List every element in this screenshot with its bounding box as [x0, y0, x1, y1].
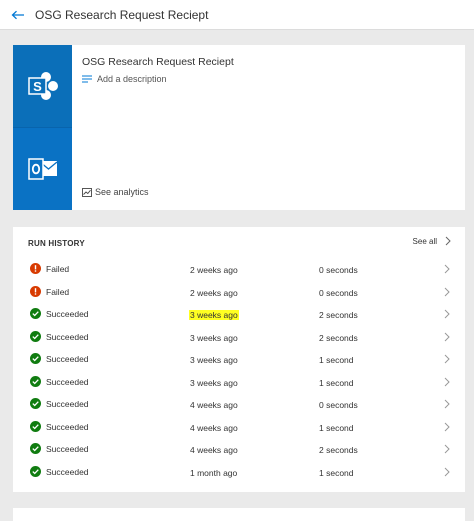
run-duration: 1 second: [319, 467, 354, 478]
run-duration: 1 second: [319, 422, 354, 433]
run-duration: 2 seconds: [319, 332, 358, 343]
run-row[interactable]: Succeeded 3 weeks ago 1 second: [13, 372, 465, 395]
add-description-link[interactable]: Add a description: [82, 74, 167, 84]
success-check-icon: [30, 308, 41, 319]
run-history-card: RUN HISTORY See all Failed 2 weeks ago 0…: [13, 227, 465, 492]
see-analytics-text: See analytics: [95, 187, 149, 197]
chevron-right-icon: [445, 236, 451, 246]
add-description-text: Add a description: [97, 74, 167, 84]
sharepoint-tile: S: [13, 45, 72, 127]
chevron-right-icon: [444, 264, 450, 274]
run-duration: 0 seconds: [319, 400, 358, 410]
error-icon: [30, 263, 41, 274]
sharepoint-icon: S: [27, 72, 58, 100]
chevron-right-icon: [444, 354, 450, 364]
back-arrow-icon: [11, 10, 24, 19]
run-status: Succeeded: [46, 354, 89, 364]
run-time: 4 weeks ago: [190, 445, 238, 455]
run-time: 2 weeks ago: [190, 287, 238, 298]
chevron-right-icon: [444, 444, 450, 454]
run-time: 2 weeks ago: [190, 265, 238, 275]
run-row[interactable]: Failed 2 weeks ago 0 seconds: [13, 282, 465, 305]
run-time: 4 weeks ago: [190, 422, 238, 433]
run-list: Failed 2 weeks ago 0 seconds Failed 2 we…: [13, 259, 465, 484]
run-status: Failed: [46, 264, 70, 274]
see-all-link[interactable]: See all: [413, 236, 451, 246]
success-check-icon: [30, 465, 41, 477]
flow-card-body: OSG Research Request Reciept Add a descr…: [72, 45, 465, 210]
run-row[interactable]: Succeeded 3 weeks ago 1 second: [13, 349, 465, 372]
run-status: Succeeded: [46, 309, 89, 319]
run-time-highlighted: 3 weeks ago: [189, 310, 239, 320]
description-lines-icon: [82, 75, 92, 83]
run-status: Succeeded: [46, 421, 89, 432]
run-status: Succeeded: [46, 376, 89, 387]
error-icon: [30, 285, 41, 297]
run-status: Succeeded: [46, 444, 89, 454]
top-bar: OSG Research Request Reciept: [0, 0, 474, 30]
run-duration: 1 second: [319, 377, 354, 388]
run-row[interactable]: Succeeded 4 weeks ago 0 seconds: [13, 394, 465, 417]
flow-name: OSG Research Request Reciept: [82, 56, 234, 68]
run-duration: 0 seconds: [319, 265, 358, 275]
run-duration: 2 seconds: [319, 310, 358, 320]
chevron-right-icon: [444, 422, 450, 431]
run-row[interactable]: Succeeded 1 month ago 1 second: [13, 462, 465, 485]
outlook-tile: [13, 127, 72, 210]
outlook-icon: [27, 158, 57, 180]
run-duration: 0 seconds: [319, 287, 358, 298]
see-all-text: See all: [412, 236, 437, 246]
success-check-icon: [30, 398, 41, 409]
run-row[interactable]: Failed 2 weeks ago 0 seconds: [13, 259, 465, 282]
success-check-icon: [30, 420, 41, 432]
run-time: 3 weeks ago: [190, 377, 238, 388]
run-time: 1 month ago: [190, 467, 238, 478]
page-title: OSG Research Request Reciept: [35, 7, 209, 22]
success-check-icon: [30, 330, 41, 342]
chevron-right-icon: [444, 377, 450, 386]
run-time: 3 weeks ago: [190, 355, 238, 365]
run-row[interactable]: Succeeded 3 weeks ago 2 seconds: [13, 327, 465, 350]
chevron-right-icon: [444, 467, 450, 476]
back-button[interactable]: [8, 5, 28, 25]
run-row[interactable]: Succeeded 4 weeks ago 1 second: [13, 417, 465, 440]
success-check-icon: [30, 443, 41, 454]
connector-tiles: S: [13, 45, 72, 210]
run-duration: 1 second: [319, 355, 354, 365]
run-status: Failed: [46, 286, 70, 297]
chevron-right-icon: [444, 309, 450, 319]
chevron-right-icon: [444, 287, 450, 296]
analytics-chart-icon: [82, 187, 92, 197]
run-status: Succeeded: [46, 466, 89, 477]
svg-text:S: S: [33, 79, 42, 94]
run-time: 3 weeks ago: [190, 332, 238, 343]
run-history-title: RUN HISTORY: [28, 239, 85, 248]
chevron-right-icon: [444, 399, 450, 409]
flow-card: S OSG Research Request Reciept Add a des…: [13, 45, 465, 210]
success-check-icon: [30, 353, 41, 364]
run-duration: 2 seconds: [319, 445, 358, 455]
run-row[interactable]: Succeeded 4 weeks ago 2 seconds: [13, 439, 465, 462]
run-status: Succeeded: [46, 331, 89, 342]
run-time: 4 weeks ago: [190, 400, 238, 410]
run-row[interactable]: Succeeded 3 weeks ago 2 seconds: [13, 304, 465, 327]
run-history-header: RUN HISTORY See all: [13, 227, 465, 257]
success-check-icon: [30, 375, 41, 387]
chevron-right-icon: [444, 332, 450, 341]
run-status: Succeeded: [46, 399, 89, 409]
see-analytics-link[interactable]: See analytics: [82, 187, 149, 197]
next-card-edge: [13, 508, 465, 521]
